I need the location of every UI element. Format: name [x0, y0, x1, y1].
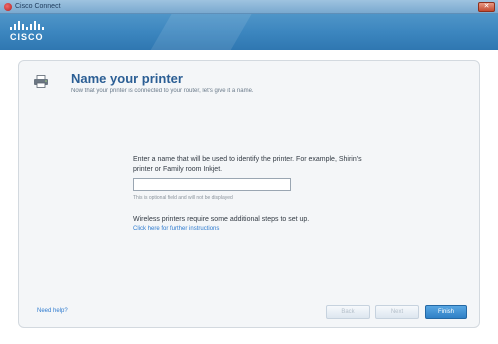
header-decoration [142, 14, 258, 50]
printer-name-instruction: Enter a name that will be used to identi… [133, 156, 362, 173]
app-icon [4, 3, 12, 11]
further-instructions-link[interactable]: Click here for further instructions [133, 226, 219, 232]
next-button[interactable]: Next [375, 305, 419, 319]
close-button[interactable]: ✕ [478, 2, 495, 12]
need-help-link[interactable]: Need help? [37, 308, 68, 314]
page-title: Name your printer [71, 71, 183, 86]
printer-name-helper: This is optional field and will not be d… [133, 195, 233, 201]
back-button[interactable]: Back [326, 305, 370, 319]
page-subtitle: Now that your printer is connected to yo… [71, 88, 254, 94]
cisco-logo: CISCO [10, 20, 50, 46]
wireless-note: Wireless printers require some additiona… [133, 216, 310, 223]
content-panel: Name your printer Now that your printer … [18, 60, 480, 328]
printer-name-input[interactable] [133, 178, 291, 191]
cisco-connect-window: Cisco Connect ✕ CISCO Name your printer … [0, 0, 498, 344]
window-title: Cisco Connect [15, 3, 61, 10]
finish-button[interactable]: Finish [425, 305, 467, 319]
printer-icon [34, 75, 48, 88]
cisco-logo-bars-icon [10, 20, 50, 30]
title-bar[interactable]: Cisco Connect ✕ [0, 0, 498, 14]
close-icon: ✕ [483, 3, 490, 10]
brand-header: CISCO [0, 14, 498, 50]
cisco-wordmark: CISCO [10, 32, 44, 42]
